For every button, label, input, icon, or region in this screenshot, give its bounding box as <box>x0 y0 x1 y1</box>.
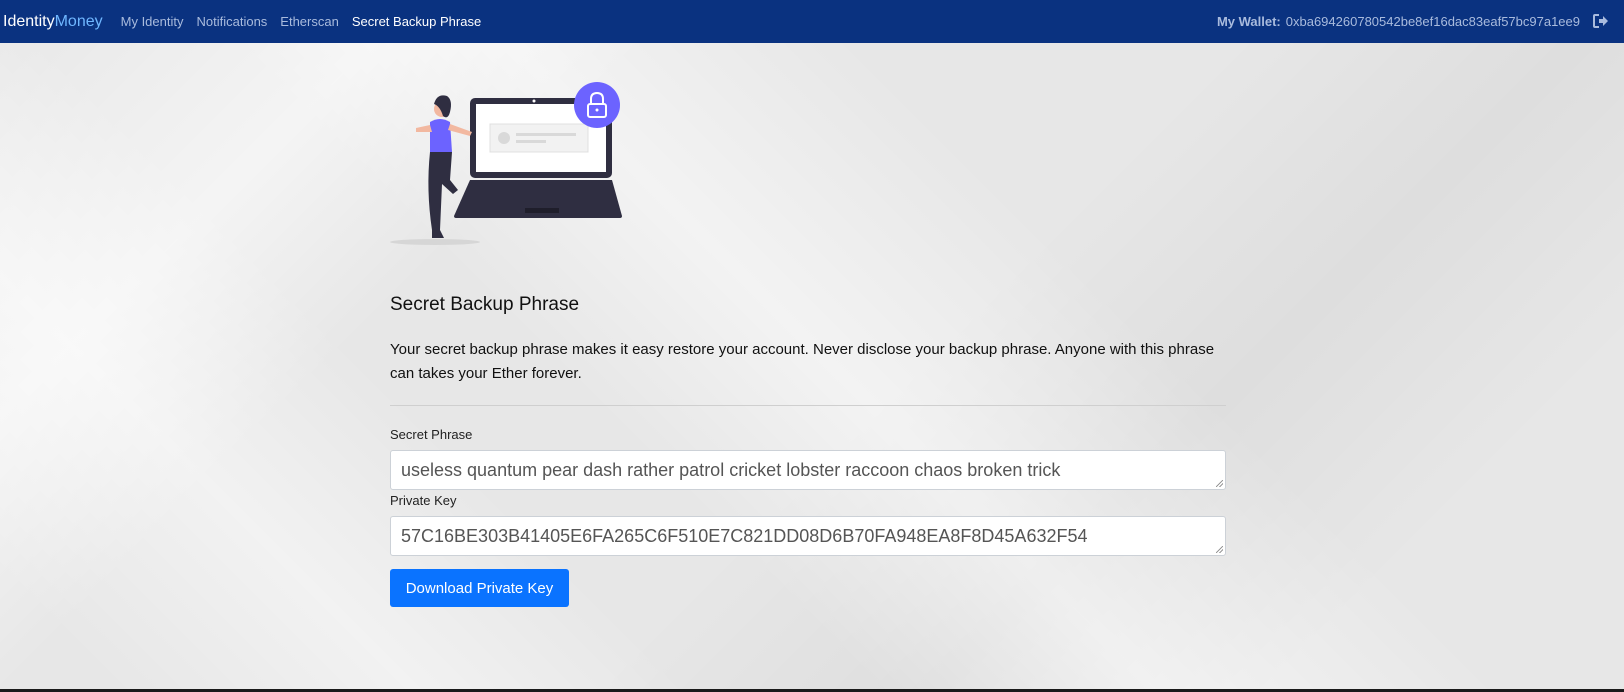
sign-out-icon[interactable] <box>1592 13 1610 29</box>
brand-name-part2: Money <box>54 12 103 30</box>
resize-handle-icon[interactable] <box>1216 480 1223 487</box>
nav-link-notifications[interactable]: Notifications <box>196 14 267 29</box>
page-title: Secret Backup Phrase <box>390 294 580 315</box>
secret-phrase-value: useless quantum pear dash rather patrol … <box>401 459 1061 480</box>
download-private-key-button[interactable]: Download Private Key <box>390 569 569 607</box>
private-key-field[interactable]: 57C16BE303B41405E6FA265C6F510E7C821DD08D… <box>390 516 1226 556</box>
nav-link-secret-backup-phrase[interactable]: Secret Backup Phrase <box>352 14 481 29</box>
nav-link-etherscan[interactable]: Etherscan <box>280 14 339 29</box>
private-key-label: Private Key <box>390 493 457 508</box>
private-key-value: 57C16BE303B41405E6FA265C6F510E7C821DD08D… <box>401 525 1088 546</box>
wallet-address: 0xba694260780542be8ef16dac83eaf57bc97a1e… <box>1285 14 1580 29</box>
wallet-label: My Wallet: <box>1216 14 1281 29</box>
page-description: Your secret backup phrase makes it easy … <box>390 341 1215 382</box>
nav-links: My Identity Notifications Etherscan Secr… <box>121 14 495 29</box>
brand-logo[interactable]: Identity Money <box>3 0 103 43</box>
secret-phrase-field[interactable]: useless quantum pear dash rather patrol … <box>390 450 1226 490</box>
resize-handle-icon[interactable] <box>1216 546 1223 553</box>
divider <box>390 405 1226 406</box>
wallet-info: My Wallet: 0xba694260780542be8ef16dac83e… <box>1217 0 1580 43</box>
woman-with-locked-laptop-illustration <box>390 82 622 245</box>
top-navbar: Identity Money My Identity Notifications … <box>0 0 1624 43</box>
brand-name-part1: Identity <box>3 12 55 30</box>
nav-link-my-identity[interactable]: My Identity <box>121 14 184 29</box>
secret-phrase-label: Secret Phrase <box>390 427 473 442</box>
